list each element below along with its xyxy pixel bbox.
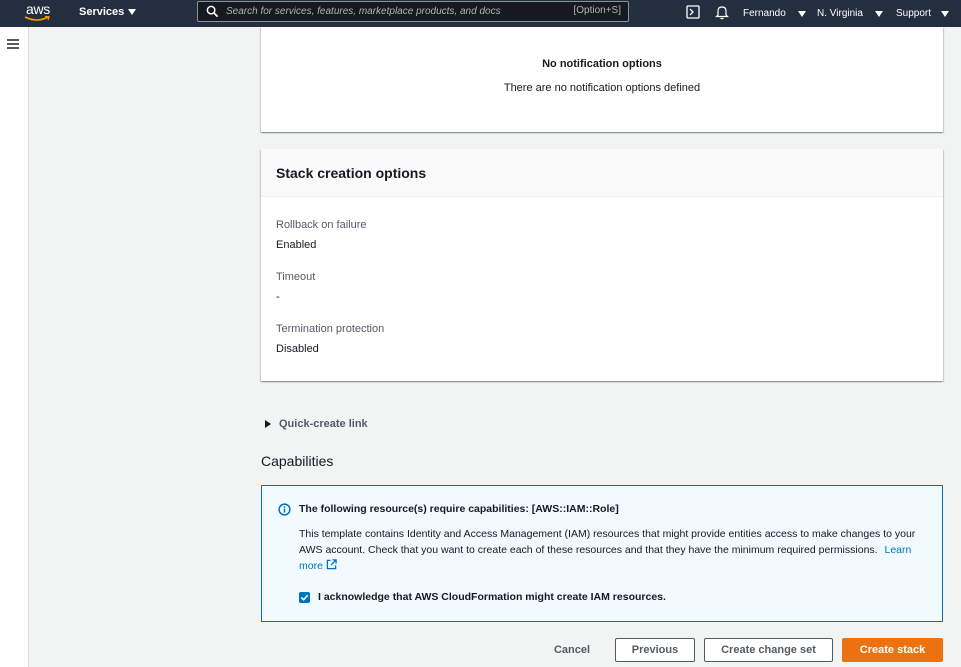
acknowledge-checkbox[interactable] [299,591,310,603]
global-search[interactable]: [Option+S] [197,1,629,22]
info-icon [278,503,291,516]
panel-header: Stack creation options [261,149,943,197]
top-navigation: aws Services [Option+S] Fernando N. Virg… [0,0,961,27]
create-stack-button[interactable]: Create stack [842,638,943,662]
previous-button[interactable]: Previous [615,638,695,662]
search-input[interactable] [226,3,556,20]
rollback-label: Rollback on failure [276,219,367,231]
alert-body-text: This template contains Identity and Acce… [299,528,916,556]
aws-smile-icon [24,16,50,21]
external-link-icon [326,559,337,570]
termination-protection-value: Disabled [276,343,319,355]
cancel-button[interactable]: Cancel [550,638,594,662]
quick-create-link-expander[interactable]: Quick-create link [265,418,368,430]
stack-creation-options-panel: Stack creation options Rollback on failu… [261,149,943,381]
bell-icon[interactable] [715,4,729,20]
checkmark-icon [300,594,309,601]
capabilities-heading: Capabilities [261,453,334,469]
side-navigation-rail [0,27,29,667]
caret-down-icon [128,9,137,15]
search-shortcut-hint: [Option+S] [573,5,621,16]
alert-body: This template contains Identity and Acce… [299,526,934,574]
menu-icon[interactable] [7,39,19,49]
caret-down-icon [797,10,806,17]
support-menu[interactable]: Support [896,0,950,27]
cloudshell-icon[interactable] [686,4,700,20]
acknowledge-label: I acknowledge that AWS CloudFormation mi… [318,591,666,603]
region-menu[interactable]: N. Virginia [817,0,883,27]
notification-options-panel: No notification options There are no not… [261,27,943,132]
caret-down-icon [874,10,883,17]
services-menu[interactable]: Services [79,6,137,18]
empty-state-title: No notification options [542,58,662,70]
capabilities-info-alert: The following resource(s) require capabi… [261,485,943,622]
aws-logo-text: aws [26,1,50,17]
alert-title: The following resource(s) require capabi… [299,503,619,515]
aws-logo[interactable]: aws [24,1,54,25]
acknowledge-iam-checkbox-row[interactable]: I acknowledge that AWS CloudFormation mi… [299,591,666,603]
services-label: Services [79,6,125,18]
timeout-label: Timeout [276,271,316,283]
expander-label: Quick-create link [279,418,368,430]
empty-state-description: There are no notification options define… [503,82,701,94]
support-label: Support [896,8,932,19]
region-label: N. Virginia [817,8,863,19]
account-menu[interactable]: Fernando [743,0,806,27]
create-change-set-button[interactable]: Create change set [704,638,833,662]
panel-title: Stack creation options [276,165,427,181]
timeout-value: - [276,291,280,303]
caret-right-icon [265,420,271,428]
account-label: Fernando [743,8,786,19]
caret-down-icon [941,10,950,17]
rollback-value: Enabled [276,239,317,251]
termination-protection-label: Termination protection [276,323,385,335]
search-icon [206,5,219,18]
